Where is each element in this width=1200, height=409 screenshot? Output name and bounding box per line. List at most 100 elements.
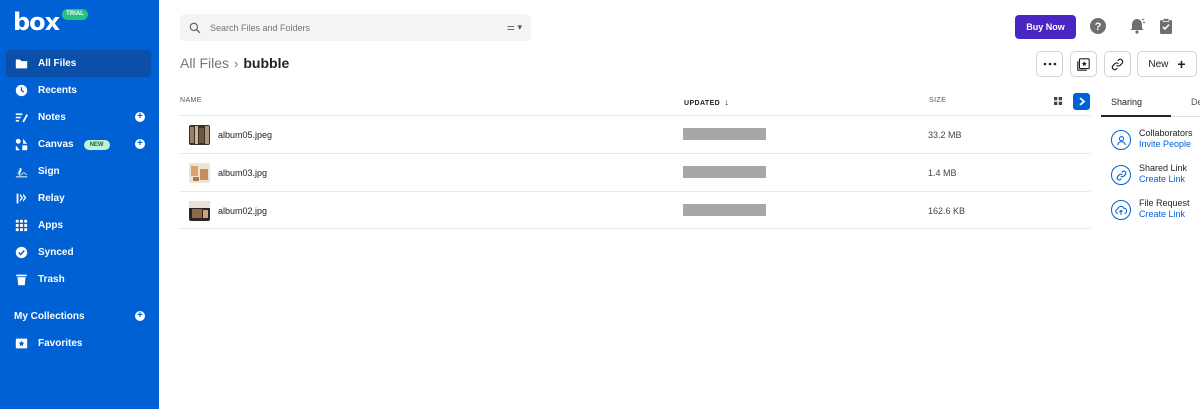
create-file-request-link[interactable]: Create Link xyxy=(1139,209,1185,219)
folder-icon xyxy=(14,57,28,71)
file-request-title: File Request xyxy=(1139,198,1190,208)
sidebar-panel-toggle-button[interactable] xyxy=(1073,93,1090,110)
sidebar-item-recents[interactable]: Recents xyxy=(0,77,159,104)
sign-icon xyxy=(14,165,28,179)
sidebar-nav: All Files Recents Notes + Canvas NEW + S… xyxy=(0,50,159,357)
new-button[interactable]: New + xyxy=(1137,51,1197,77)
tab-details[interactable]: De xyxy=(1191,97,1200,107)
sidebar-item-notes[interactable]: Notes + xyxy=(0,104,159,131)
table-row[interactable]: album02.jpg 162.6 KB xyxy=(180,191,1090,229)
shared-link-title: Shared Link xyxy=(1139,163,1188,173)
collaborators-item: Collaborators Invite People xyxy=(1111,128,1200,158)
breadcrumb-separator: › xyxy=(234,55,239,71)
image-thumbnail xyxy=(189,201,210,221)
add-canvas-icon[interactable]: + xyxy=(135,139,145,149)
apps-grid-icon xyxy=(14,219,28,233)
sidebar-item-label: All Files xyxy=(38,58,77,69)
redacted-updated-date xyxy=(683,128,766,140)
create-shared-link-link[interactable]: Create Link xyxy=(1139,174,1185,184)
sidebar-item-sign[interactable]: Sign xyxy=(0,158,159,185)
sidebar-item-trash[interactable]: Trash xyxy=(0,266,159,293)
chevron-right-icon xyxy=(1078,97,1085,106)
more-dots-icon xyxy=(1043,62,1056,66)
breadcrumb-all-files[interactable]: All Files xyxy=(180,55,229,71)
help-icon[interactable]: ? xyxy=(1089,17,1107,35)
sidebar-item-label: Synced xyxy=(38,247,74,258)
my-collections-label: My Collections xyxy=(14,311,85,322)
notifications-bell-icon[interactable] xyxy=(1128,17,1146,35)
active-tab-underline xyxy=(1101,115,1171,117)
breadcrumb: All Files › bubble xyxy=(180,55,289,71)
file-size: 33.2 MB xyxy=(928,130,962,140)
sidebar-item-favorites[interactable]: Favorites xyxy=(0,330,159,357)
column-header-updated[interactable]: UPDATED ↓ xyxy=(684,97,729,107)
sidebar-item-canvas[interactable]: Canvas NEW + xyxy=(0,131,159,158)
clock-icon xyxy=(14,84,28,98)
relay-icon xyxy=(14,192,28,206)
search-bar[interactable]: ⚌ ▾ xyxy=(180,14,531,41)
shared-link-item: Shared Link Create Link xyxy=(1111,163,1200,193)
image-thumbnail xyxy=(189,163,210,183)
add-note-icon[interactable]: + xyxy=(135,112,145,122)
trash-icon xyxy=(14,273,28,287)
table-row[interactable]: album03.jpg 1.4 MB xyxy=(180,153,1090,191)
sidebar-item-label: Trash xyxy=(38,274,65,285)
right-panel-tabs: Sharing De xyxy=(1101,91,1200,117)
add-to-collection-button[interactable] xyxy=(1070,51,1097,77)
sidebar: box TRIAL All Files Recents Notes + Canv… xyxy=(0,0,159,409)
link-icon xyxy=(1111,58,1124,70)
check-circle-icon xyxy=(14,246,28,260)
file-size: 1.4 MB xyxy=(928,168,957,178)
sidebar-item-relay[interactable]: Relay xyxy=(0,185,159,212)
box-logo[interactable]: box TRIAL xyxy=(13,8,88,36)
sidebar-item-label: Favorites xyxy=(38,338,83,349)
table-row[interactable]: album05.jpeg 33.2 MB xyxy=(180,115,1090,153)
favorites-icon xyxy=(14,337,28,351)
image-thumbnail xyxy=(189,125,210,145)
link-icon xyxy=(1111,165,1131,185)
sidebar-item-apps[interactable]: Apps xyxy=(0,212,159,239)
logo-text: box xyxy=(13,8,60,36)
trial-badge: TRIAL xyxy=(62,9,88,20)
sidebar-item-label: Canvas xyxy=(38,139,74,150)
sidebar-item-label: Notes xyxy=(38,112,66,123)
copy-shared-link-button[interactable] xyxy=(1104,51,1131,77)
grid-view-icon[interactable] xyxy=(1054,97,1062,105)
sidebar-item-label: Sign xyxy=(38,166,60,177)
file-name[interactable]: album03.jpg xyxy=(218,168,267,178)
redacted-updated-date xyxy=(683,204,766,216)
tasks-clipboard-icon[interactable] xyxy=(1157,17,1175,35)
plus-icon: + xyxy=(1177,56,1186,72)
filter-options-icon[interactable]: ⚌ ▾ xyxy=(507,22,522,33)
column-header-name[interactable]: NAME xyxy=(180,97,202,104)
sort-descending-icon: ↓ xyxy=(724,97,730,107)
column-header-updated-label: UPDATED xyxy=(684,100,721,107)
notes-icon xyxy=(14,111,28,125)
redacted-updated-date xyxy=(683,166,766,178)
file-name[interactable]: album05.jpeg xyxy=(218,130,272,140)
search-input[interactable] xyxy=(210,22,490,33)
tab-sharing[interactable]: Sharing xyxy=(1111,97,1142,107)
more-options-button[interactable] xyxy=(1036,51,1063,77)
collaborators-title: Collaborators xyxy=(1139,128,1193,138)
file-name[interactable]: album02.jpg xyxy=(218,206,267,216)
sidebar-item-synced[interactable]: Synced xyxy=(0,239,159,266)
new-badge: NEW xyxy=(83,139,110,150)
sidebar-item-all-files[interactable]: All Files xyxy=(6,50,151,77)
new-button-label: New xyxy=(1148,58,1169,70)
file-request-item: File Request Create Link xyxy=(1111,198,1200,228)
invite-people-link[interactable]: Invite People xyxy=(1139,139,1191,149)
sidebar-item-label: Relay xyxy=(38,193,65,204)
user-icon xyxy=(1111,130,1131,150)
sidebar-item-label: Apps xyxy=(38,220,63,231)
add-collection-icon[interactable]: + xyxy=(135,311,145,321)
column-header-size[interactable]: SIZE xyxy=(929,97,946,104)
search-icon xyxy=(189,22,201,33)
file-size: 162.6 KB xyxy=(928,206,966,216)
breadcrumb-current-folder[interactable]: bubble xyxy=(243,55,289,71)
canvas-icon xyxy=(14,138,28,152)
svg-text:?: ? xyxy=(1095,21,1102,33)
buy-now-button[interactable]: Buy Now xyxy=(1015,15,1076,39)
sidebar-my-collections[interactable]: My Collections + xyxy=(0,303,159,330)
collection-star-icon xyxy=(1077,57,1090,71)
